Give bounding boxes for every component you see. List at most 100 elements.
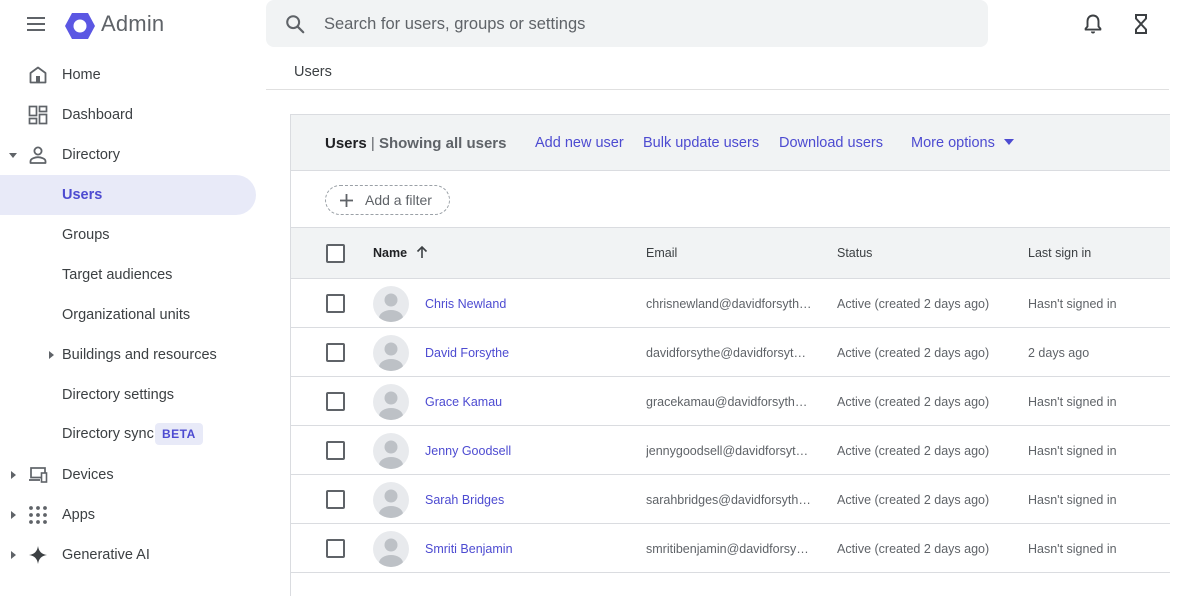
search-input[interactable]: [324, 11, 964, 37]
user-email: jennygoodsell@davidforsyt…: [646, 444, 809, 458]
avatar-person-icon: [379, 489, 403, 518]
sidebar-item-directory-settings[interactable]: Directory settings: [0, 375, 256, 415]
avatar: [373, 531, 409, 567]
arrow-up-icon[interactable]: [415, 245, 429, 259]
column-header-name[interactable]: Name: [373, 246, 407, 260]
beta-badge: BETA: [155, 423, 203, 445]
user-last-sign-in: 2 days ago: [1028, 346, 1090, 360]
table-row[interactable]: Jenny Goodsell jennygoodsell@davidforsyt…: [291, 426, 1170, 475]
user-email: chrisnewland@davidforsyth…: [646, 297, 812, 311]
sidebar-item-label: Directory settings: [62, 387, 175, 403]
user-last-sign-in: Hasn't signed in: [1028, 297, 1117, 311]
column-header-last-sign-in[interactable]: Last sign in: [1028, 246, 1091, 260]
sidebar-item-label: Directory sync: [62, 426, 154, 442]
row-checkbox[interactable]: [326, 441, 345, 460]
chevron-right-icon[interactable]: [8, 470, 18, 480]
chevron-down-icon[interactable]: [8, 150, 18, 160]
sidebar-item-label: Target audiences: [62, 267, 173, 283]
add-filter-button[interactable]: Add a filter: [325, 185, 450, 215]
table-row[interactable]: Sarah Bridges sarahbridges@davidforsyth……: [291, 475, 1170, 524]
sidebar-item-label: Devices: [62, 467, 114, 483]
column-header-email[interactable]: Email: [646, 246, 677, 260]
user-email: davidforsythe@davidforsyt…: [646, 346, 806, 360]
row-checkbox[interactable]: [326, 343, 345, 362]
user-status: Active (created 2 days ago): [837, 395, 990, 409]
user-name-link[interactable]: Smriti Benjamin: [425, 542, 513, 556]
person-icon: [29, 146, 47, 164]
main-menu-button[interactable]: [22, 10, 50, 38]
sidebar-item-target-audiences[interactable]: Target audiences: [0, 255, 256, 295]
sidebar-item-users[interactable]: Users: [0, 175, 256, 215]
admin-logo-icon: [65, 13, 95, 39]
table-row[interactable]: Smriti Benjamin smritibenjamin@davidfors…: [291, 524, 1170, 573]
user-name-link[interactable]: Grace Kamau: [425, 395, 502, 409]
sidebar-item-generative-ai[interactable]: Generative AI: [0, 535, 256, 575]
plus-icon: [340, 194, 353, 207]
avatar-person-icon: [379, 538, 403, 567]
table-row[interactable]: David Forsythe davidforsythe@davidforsyt…: [291, 328, 1170, 377]
table-row[interactable]: Chris Newland chrisnewland@davidforsyth……: [291, 279, 1170, 328]
sidebar-item-label: Dashboard: [62, 107, 133, 123]
chevron-right-icon[interactable]: [46, 350, 56, 360]
user-name-link[interactable]: David Forsythe: [425, 346, 509, 360]
user-last-sign-in: Hasn't signed in: [1028, 444, 1117, 458]
sidebar-nav: Home Dashboard Directory Users Groups Ta…: [0, 55, 262, 596]
user-status: Active (created 2 days ago): [837, 297, 990, 311]
search-icon[interactable]: [284, 13, 306, 35]
user-last-sign-in: Hasn't signed in: [1028, 542, 1117, 556]
add-new-user-button[interactable]: Add new user: [535, 135, 624, 151]
app-name: Admin: [101, 11, 165, 36]
sidebar-item-label: Home: [62, 67, 101, 83]
sidebar-item-home[interactable]: Home: [0, 55, 256, 95]
chevron-right-icon[interactable]: [8, 550, 18, 560]
avatar: [373, 433, 409, 469]
row-checkbox[interactable]: [326, 539, 345, 558]
chevron-down-icon[interactable]: [1004, 138, 1014, 146]
sidebar-item-devices[interactable]: Devices: [0, 455, 256, 495]
avatar: [373, 286, 409, 322]
avatar: [373, 335, 409, 371]
user-email: gracekamau@davidforsyth…: [646, 395, 808, 409]
avatar-person-icon: [379, 440, 403, 469]
sidebar-item-directory-sync[interactable]: Directory sync BETA: [0, 414, 256, 454]
card-title-users: Users: [325, 135, 367, 152]
sidebar-item-dashboard[interactable]: Dashboard: [0, 95, 256, 135]
users-card: Users | Showing all users Add new user B…: [290, 114, 1170, 596]
select-all-checkbox[interactable]: [326, 244, 345, 263]
avatar-person-icon: [379, 293, 403, 322]
apps-grid-icon: [29, 506, 47, 524]
avatar-person-icon: [379, 391, 403, 420]
user-last-sign-in: Hasn't signed in: [1028, 395, 1117, 409]
user-last-sign-in: Hasn't signed in: [1028, 493, 1117, 507]
row-checkbox[interactable]: [326, 490, 345, 509]
bell-icon[interactable]: [1081, 12, 1105, 36]
sidebar-item-directory[interactable]: Directory: [0, 135, 256, 175]
sidebar-item-label: Users: [62, 187, 103, 203]
user-name-link[interactable]: Sarah Bridges: [425, 493, 504, 507]
table-row[interactable]: Grace Kamau gracekamau@davidforsyth… Act…: [291, 377, 1170, 426]
search-bar: [266, 0, 988, 47]
sidebar-item-organizational-units[interactable]: Organizational units: [0, 295, 256, 335]
breadcrumb: Users: [294, 64, 332, 80]
more-options-button[interactable]: More options: [911, 135, 995, 151]
user-status: Active (created 2 days ago): [837, 346, 990, 360]
column-header-status[interactable]: Status: [837, 246, 872, 260]
sidebar-item-buildings-and-resources[interactable]: Buildings and resources: [0, 335, 256, 375]
sidebar-item-apps[interactable]: Apps: [0, 495, 256, 535]
add-filter-label: Add a filter: [365, 192, 432, 208]
row-checkbox[interactable]: [326, 294, 345, 313]
chevron-right-icon[interactable]: [8, 510, 18, 520]
sidebar-item-label: Directory: [62, 147, 121, 163]
user-status: Active (created 2 days ago): [837, 444, 990, 458]
hourglass-icon[interactable]: [1129, 12, 1153, 36]
sidebar-item-groups[interactable]: Groups: [0, 215, 256, 255]
download-users-button[interactable]: Download users: [779, 135, 883, 151]
user-name-link[interactable]: Jenny Goodsell: [425, 444, 511, 458]
table-header: Name Email Status Last sign in: [291, 228, 1170, 279]
bulk-update-users-button[interactable]: Bulk update users: [643, 135, 759, 151]
users-card-title: Users | Showing all users: [325, 135, 506, 152]
sidebar-item-label: Groups: [62, 227, 110, 243]
row-checkbox[interactable]: [326, 392, 345, 411]
avatar: [373, 384, 409, 420]
user-name-link[interactable]: Chris Newland: [425, 297, 506, 311]
